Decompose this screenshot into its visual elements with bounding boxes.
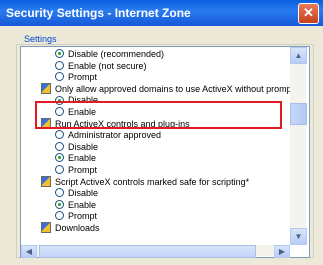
radio-checked-icon[interactable]	[55, 153, 64, 163]
window-title: Security Settings - Internet Zone	[6, 6, 191, 20]
setting-label: Disable (recommended)	[68, 49, 165, 59]
setting-label: Enable	[68, 106, 97, 117]
radio-unchecked-icon[interactable]	[55, 211, 64, 221]
radio-option[interactable]: Prompt	[21, 165, 291, 177]
setting-category: Downloads	[21, 222, 291, 235]
radio-option[interactable]: Enable	[21, 200, 291, 212]
radio-unchecked-icon[interactable]	[55, 107, 64, 117]
setting-label: Prompt	[68, 211, 98, 222]
setting-label: Prompt	[68, 72, 98, 83]
settings-list[interactable]: Disable (recommended) Enable (not secure)…	[20, 46, 310, 258]
security-setting-icon	[41, 175, 51, 187]
setting-label: Downloads	[55, 222, 100, 233]
setting-label: Script ActiveX controls marked safe for …	[55, 176, 250, 187]
security-setting-icon	[41, 222, 51, 234]
radio-unchecked-icon[interactable]	[55, 60, 64, 70]
radio-unchecked-icon[interactable]	[55, 130, 64, 140]
scroll-up-button[interactable]: ▲	[290, 47, 307, 64]
radio-unchecked-icon[interactable]	[55, 72, 64, 82]
chevron-left-icon: ◀	[25, 247, 33, 256]
radio-option[interactable]: Disable	[21, 188, 291, 200]
setting-category: Script ActiveX controls marked safe for …	[21, 175, 291, 189]
horizontal-scrollbar[interactable]: ◀ ▶	[21, 245, 290, 258]
chevron-up-icon: ▲	[294, 51, 303, 60]
radio-option[interactable]: Prompt	[21, 72, 291, 84]
radio-checked-icon[interactable]	[55, 49, 64, 59]
setting-category: Run ActiveX controls and plug-ins	[21, 117, 291, 131]
security-setting-icon	[41, 82, 51, 94]
setting-label: Only allow approved domains to use Activ…	[55, 83, 295, 94]
radio-unchecked-icon[interactable]	[55, 165, 64, 175]
settings-group-label: Settings	[24, 34, 57, 44]
radio-unchecked-icon[interactable]	[55, 188, 64, 198]
radio-option[interactable]: Disable	[21, 95, 291, 107]
radio-checked-icon[interactable]	[55, 199, 64, 209]
vertical-scroll-thumb[interactable]	[290, 103, 307, 125]
title-bar: Security Settings - Internet Zone ✕	[0, 0, 323, 26]
setting-label: Enable (not secure)	[68, 60, 147, 71]
chevron-right-icon: ▶	[278, 247, 286, 256]
setting-label: Disable	[68, 141, 99, 152]
settings-tree: Disable (recommended) Enable (not secure)…	[21, 49, 295, 235]
close-icon: ✕	[303, 5, 314, 20]
setting-label: Administrator approved	[68, 130, 162, 141]
setting-label: Enable	[68, 153, 97, 164]
radio-option[interactable]: Enable	[21, 153, 291, 165]
setting-category: Only allow approved domains to use Activ…	[21, 82, 295, 96]
scroll-down-button[interactable]: ▼	[290, 228, 307, 245]
radio-checked-icon[interactable]	[55, 95, 64, 105]
scroll-right-button[interactable]: ▶	[274, 245, 290, 258]
radio-option[interactable]: Administrator approved	[21, 130, 291, 142]
setting-label: Disable	[68, 188, 99, 199]
close-button[interactable]: ✕	[298, 3, 319, 24]
radio-option[interactable]: Disable (recommended)	[21, 49, 291, 61]
radio-option[interactable]: Enable (not secure)	[21, 61, 291, 73]
horizontal-scroll-thumb[interactable]	[39, 245, 256, 258]
setting-label: Prompt	[68, 164, 98, 175]
radio-option[interactable]: Enable	[21, 107, 291, 119]
scroll-left-button[interactable]: ◀	[21, 245, 37, 258]
security-setting-icon	[41, 117, 51, 129]
setting-label: Run ActiveX controls and plug-ins	[55, 118, 190, 129]
vertical-scrollbar[interactable]: ▲ ▼	[290, 47, 307, 245]
radio-option[interactable]: Prompt	[21, 211, 291, 223]
setting-label: Disable	[68, 95, 99, 106]
setting-label: Enable	[68, 199, 97, 210]
chevron-down-icon: ▼	[294, 232, 303, 241]
radio-option[interactable]: Disable	[21, 142, 291, 154]
radio-unchecked-icon[interactable]	[55, 141, 64, 151]
